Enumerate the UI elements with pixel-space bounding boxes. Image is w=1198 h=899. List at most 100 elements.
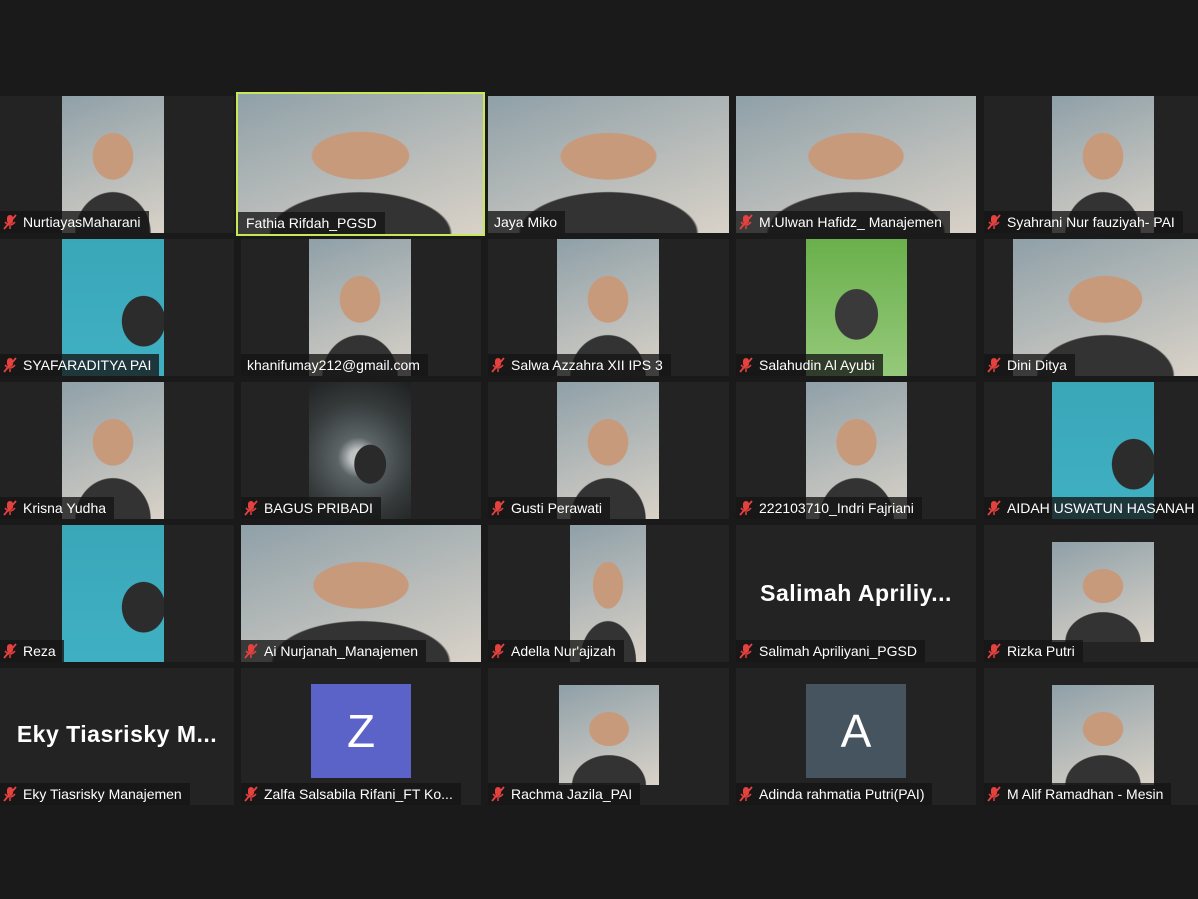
participant-tile[interactable]: BAGUS PRIBADI [241, 382, 481, 519]
participant-tile[interactable]: Rachma Jazila_PAI [488, 668, 729, 805]
participant-tile[interactable]: M.Ulwan Hafidz_ Manajemen [736, 96, 976, 233]
participant-name: BAGUS PRIBADI [264, 500, 373, 516]
participant-tile[interactable]: M Alif Ramadhan - Mesin [984, 668, 1198, 805]
participant-tile[interactable]: Salimah Apriliy... Salimah Apriliyani_PG… [736, 525, 976, 662]
mic-muted-icon [987, 786, 1001, 802]
participant-name: Fathia Rifdah_PGSD [246, 215, 377, 231]
participant-name: SYAFARADITYA PAI [23, 357, 152, 373]
participant-name: Salimah Apriliyani_PGSD [759, 643, 917, 659]
participant-tile[interactable]: Adella Nur'ajizah [488, 525, 729, 662]
participant-name: 222103710_Indri Fajriani [759, 500, 914, 516]
participant-name: Salwa Azzahra XII IPS 3 [511, 357, 663, 373]
mic-muted-icon [987, 643, 1001, 659]
participant-label: BAGUS PRIBADI [241, 497, 381, 519]
participant-name: M Alif Ramadhan - Mesin [1007, 786, 1164, 802]
participant-name: khanifumay212@gmail.com [247, 357, 420, 373]
participant-label: M.Ulwan Hafidz_ Manajemen [736, 211, 950, 233]
participant-tile[interactable]: 222103710_Indri Fajriani [736, 382, 976, 519]
participant-label: Adinda rahmatia Putri(PAI) [736, 783, 933, 805]
participant-label: Rizka Putri [984, 640, 1083, 662]
participant-label: Fathia Rifdah_PGSD [238, 212, 385, 234]
participant-label: Gusti Perawati [488, 497, 611, 519]
mic-muted-icon [739, 357, 753, 373]
participant-tile[interactable]: Eky Tiasrisky M... Eky Tiasrisky Manajem… [0, 668, 234, 805]
participant-tile[interactable]: Ai Nurjanah_Manajemen [241, 525, 481, 662]
participant-label: Rachma Jazila_PAI [488, 783, 641, 805]
mic-muted-icon [3, 643, 17, 659]
participant-avatar: Z [311, 684, 411, 778]
participant-label: Adella Nur'ajizah [488, 640, 624, 662]
participant-label: NurtiayasMaharani [0, 211, 149, 233]
mic-muted-icon [739, 643, 753, 659]
participant-name: Syahrani Nur fauziyah- PAI [1007, 214, 1175, 230]
mic-muted-icon [244, 786, 258, 802]
participant-label: khanifumay212@gmail.com [241, 354, 428, 376]
participant-label: Salimah Apriliyani_PGSD [736, 640, 925, 662]
participant-tile[interactable]: Rizka Putri [984, 525, 1198, 662]
participant-tile[interactable]: khanifumay212@gmail.com [241, 239, 481, 376]
participant-label: Reza [0, 640, 64, 662]
mic-muted-icon [491, 500, 505, 516]
participant-label: Salwa Azzahra XII IPS 3 [488, 354, 671, 376]
mic-muted-icon [739, 214, 753, 230]
gallery-view: NurtiayasMaharani Fathia Rifdah_PGSD Jay… [0, 92, 1198, 806]
participant-display-name: Eky Tiasrisky M... [16, 721, 218, 747]
participant-label: 222103710_Indri Fajriani [736, 497, 922, 519]
participant-name: Rizka Putri [1007, 643, 1075, 659]
participant-name: Zalfa Salsabila Rifani_FT Ko... [264, 786, 453, 802]
participant-video [1052, 685, 1154, 785]
mic-muted-icon [3, 786, 17, 802]
participant-name: Krisna Yudha [23, 500, 107, 516]
participant-video [62, 525, 164, 662]
participant-tile[interactable]: Jaya Miko [488, 96, 729, 233]
participant-tile[interactable]: SYAFARADITYA PAI [0, 239, 234, 376]
participant-tile[interactable]: Krisna Yudha [0, 382, 234, 519]
participant-label: Syahrani Nur fauziyah- PAI [984, 211, 1183, 233]
mic-muted-icon [987, 214, 1001, 230]
participant-label: M Alif Ramadhan - Mesin [984, 783, 1172, 805]
participant-tile[interactable]: Reza [0, 525, 234, 662]
participant-avatar: A [806, 684, 906, 778]
participant-tile[interactable]: NurtiayasMaharani [0, 96, 234, 233]
participant-video [559, 685, 659, 785]
participant-label: SYAFARADITYA PAI [0, 354, 160, 376]
avatar-letter: A [840, 705, 872, 757]
participant-label: Krisna Yudha [0, 497, 115, 519]
participant-name: Adella Nur'ajizah [511, 643, 616, 659]
participant-name: Ai Nurjanah_Manajemen [264, 643, 419, 659]
participant-name: Adinda rahmatia Putri(PAI) [759, 786, 925, 802]
mic-muted-icon [3, 357, 17, 373]
participant-tile[interactable]: AIDAH USWATUN HASANAH [984, 382, 1198, 519]
mic-muted-icon [491, 643, 505, 659]
participant-label: Salahudin Al Ayubi [736, 354, 883, 376]
participant-tile[interactable]: Z Zalfa Salsabila Rifani_FT Ko... [241, 668, 481, 805]
participant-name: Rachma Jazila_PAI [511, 786, 633, 802]
mic-muted-icon [987, 357, 1001, 373]
participant-name: M.Ulwan Hafidz_ Manajemen [759, 214, 942, 230]
participant-label: AIDAH USWATUN HASANAH [984, 497, 1198, 519]
participant-name: Jaya Miko [494, 214, 558, 230]
participant-name: AIDAH USWATUN HASANAH [1007, 500, 1195, 516]
mic-muted-icon [3, 214, 17, 230]
participant-tile-active-speaker[interactable]: Fathia Rifdah_PGSD [236, 92, 485, 236]
participant-tile[interactable]: Gusti Perawati [488, 382, 729, 519]
participant-tile[interactable]: Syahrani Nur fauziyah- PAI [984, 96, 1198, 233]
avatar-letter: Z [346, 705, 376, 757]
participant-name: Dini Ditya [1007, 357, 1067, 373]
mic-muted-icon [244, 643, 258, 659]
participant-name: Eky Tiasrisky Manajemen [23, 786, 182, 802]
mic-muted-icon [987, 500, 1001, 516]
participant-tile[interactable]: Salahudin Al Ayubi [736, 239, 976, 376]
participant-tile[interactable]: Salwa Azzahra XII IPS 3 [488, 239, 729, 376]
participant-label: Dini Ditya [984, 354, 1075, 376]
participant-video [1052, 542, 1154, 642]
participant-tile[interactable]: A Adinda rahmatia Putri(PAI) [736, 668, 976, 805]
mic-muted-icon [739, 786, 753, 802]
participant-tile[interactable]: Dini Ditya [984, 239, 1198, 376]
mic-muted-icon [244, 500, 258, 516]
mic-muted-icon [491, 786, 505, 802]
participant-name: Reza [23, 643, 56, 659]
participant-name: Gusti Perawati [511, 500, 603, 516]
participant-label: Jaya Miko [488, 211, 566, 233]
participant-name: Salahudin Al Ayubi [759, 357, 875, 373]
